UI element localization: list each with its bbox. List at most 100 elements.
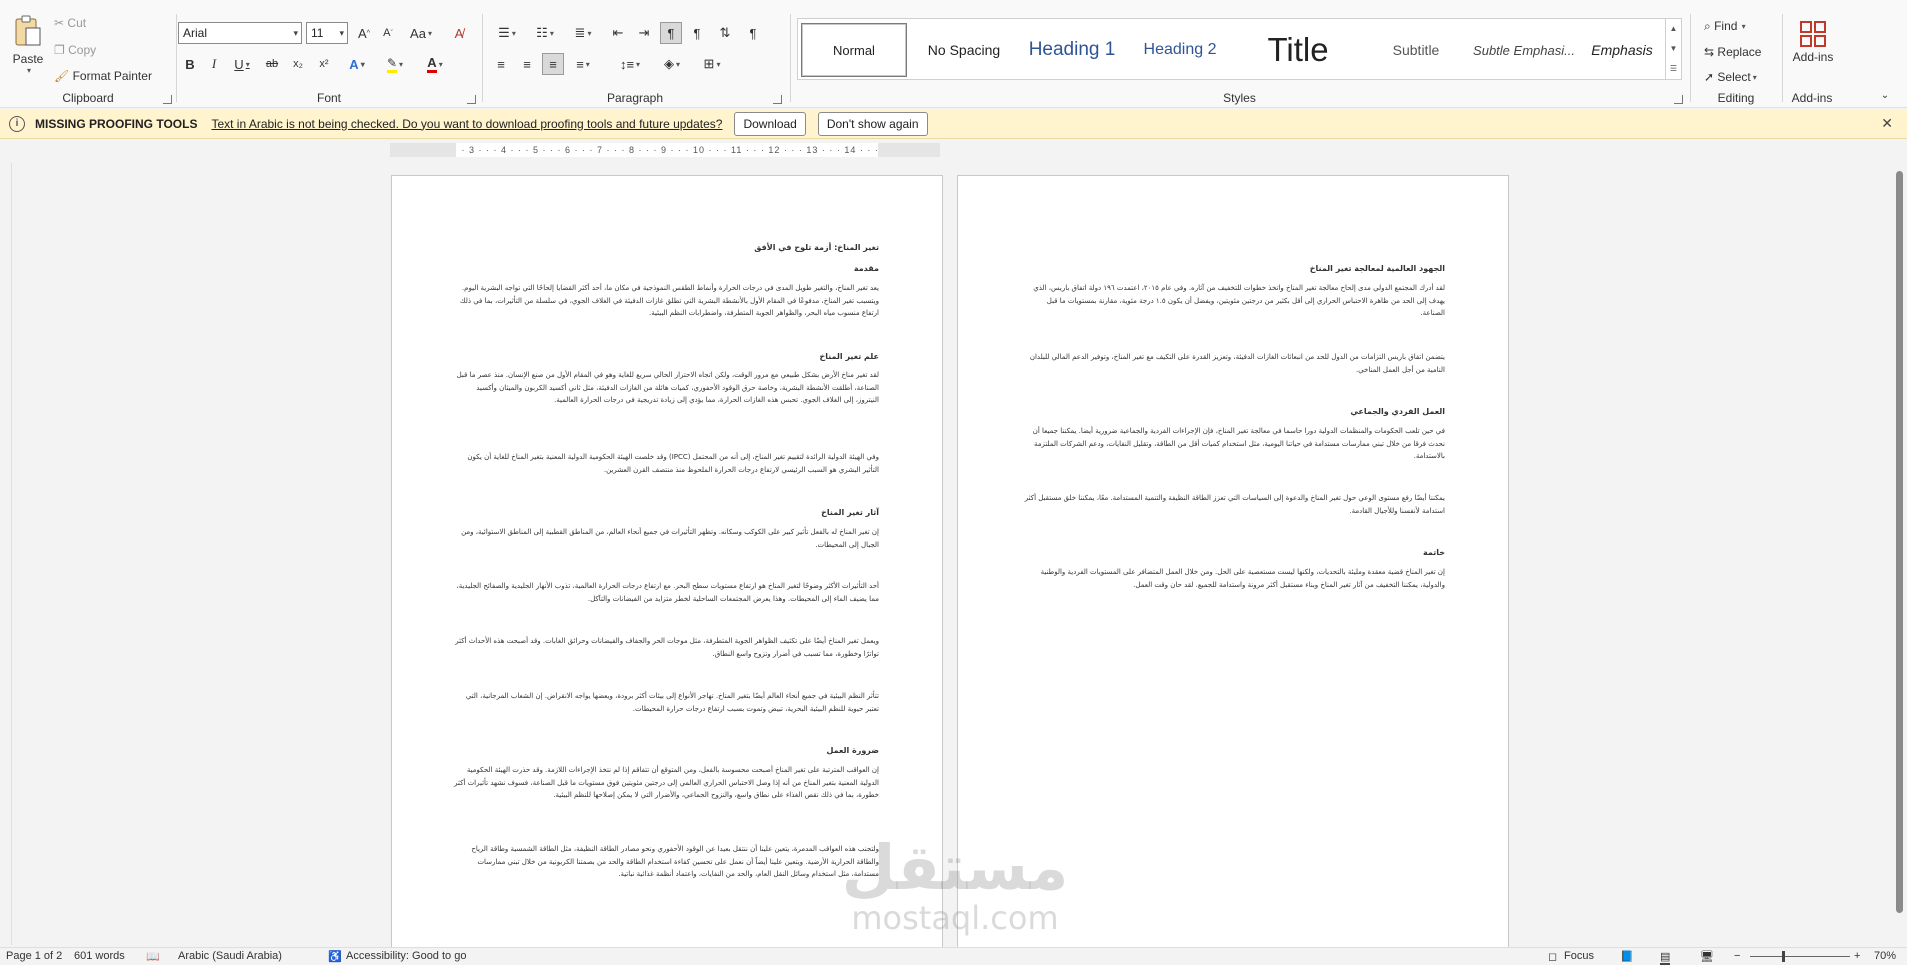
chevron-down-icon: ▾: [26, 66, 31, 75]
decrease-indent-icon[interactable]: ⇤: [608, 22, 628, 44]
ltr-direction-icon[interactable]: ¶: [686, 22, 708, 44]
zoom-slider-thumb[interactable]: [1782, 951, 1785, 962]
proofing-icon[interactable]: 📖: [146, 950, 160, 963]
superscript-button[interactable]: x²: [312, 53, 336, 75]
paragraph-collective-2: يمكننا أيضًا رفع مستوى الوعي حول تغير ال…: [1024, 494, 1445, 515]
dialog-launcher-icon[interactable]: [467, 95, 476, 104]
editing-group: ⌕ Find ▾ ⇆ Replace ➚ Select ▾ Editing: [1692, 8, 1780, 108]
show-marks-icon[interactable]: ¶: [742, 22, 764, 44]
clear-formatting-icon[interactable]: A̸: [448, 22, 470, 44]
shading-icon[interactable]: ◈ ▾: [656, 53, 688, 75]
paragraph-group: ☰ ▾ ☷ ▾ ≣ ▾ ⇤ ⇥ ¶ ¶ ⇅ ¶ ≡ ≡ ≡ ≡ ▾ ↕≡ ▾ ◈ ▾ ⊞ ▾ …: [484, 8, 786, 108]
heading-collective: العمل الفردي والجماعي: [1350, 407, 1445, 416]
chevron-down-icon: ▾: [675, 59, 680, 69]
bullets-button[interactable]: ☰ ▾: [492, 22, 522, 44]
numbering-button[interactable]: ☷ ▾: [530, 22, 560, 44]
dialog-launcher-icon[interactable]: [1674, 95, 1683, 104]
language-status[interactable]: Arabic (Saudi Arabia): [178, 950, 282, 962]
highlight-button[interactable]: ✎ ▾: [378, 53, 412, 75]
read-mode-icon[interactable]: 📘: [1620, 950, 1634, 963]
borders-icon[interactable]: ⊞ ▾: [696, 53, 728, 75]
message-link[interactable]: Text in Arabic is not being checked. Do …: [211, 117, 722, 131]
accessibility-status[interactable]: Accessibility: Good to go: [346, 950, 466, 962]
cut-button[interactable]: ✂ Cut: [54, 14, 86, 32]
search-icon: ⌕: [1704, 18, 1711, 33]
sort-icon[interactable]: ⇅: [714, 22, 736, 44]
dont-show-again-button[interactable]: Don't show again: [817, 111, 928, 136]
chevron-down-icon: ▾: [339, 28, 344, 38]
bullet-list-icon: ☰: [498, 25, 510, 40]
rtl-direction-icon[interactable]: ¶: [660, 22, 682, 44]
watermark-arabic: مستقل: [841, 831, 1069, 904]
chevron-down-icon: ▾: [1739, 21, 1746, 31]
paragraph-ipcc: وفي الهيئة الدولية الرائدة لتقييم تغير ا…: [467, 453, 879, 474]
align-left-icon[interactable]: ≡: [490, 53, 512, 75]
chevron-down-icon: ▾: [511, 28, 516, 38]
focus-mode[interactable]: Focus: [1564, 950, 1594, 962]
group-separator: [482, 14, 483, 102]
increase-indent-icon[interactable]: ⇥: [634, 22, 654, 44]
grow-font-button[interactable]: A ^: [354, 22, 374, 44]
format-painter-label: Format Painter: [72, 69, 152, 83]
format-painter-button[interactable]: 🖌 Format Painter: [54, 67, 152, 85]
replace-button[interactable]: ⇆ Replace: [1704, 42, 1761, 62]
align-center-icon[interactable]: ≡: [516, 53, 538, 75]
chevron-down-icon: ▾: [360, 59, 365, 69]
font-size-combo[interactable]: 11 ▾: [306, 22, 348, 44]
dialog-launcher-icon[interactable]: [773, 95, 782, 104]
change-case-button[interactable]: Aa ▾: [406, 22, 436, 44]
accessibility-icon: ♿: [328, 951, 342, 963]
font-group-label: Font: [316, 91, 341, 105]
dialog-launcher-icon[interactable]: [163, 95, 172, 104]
scrollbar-thumb[interactable]: [1896, 171, 1903, 913]
highlighter-icon: ✎: [386, 56, 398, 73]
line-spacing-icon[interactable]: ↕≡ ▾: [614, 53, 646, 75]
word-count[interactable]: 601 words: [74, 950, 125, 962]
subscript-button[interactable]: x₂: [286, 53, 310, 75]
zoom-in-icon[interactable]: +: [1854, 950, 1860, 962]
multilevel-list-button[interactable]: ≣ ▾: [568, 22, 598, 44]
find-label: Find: [1714, 19, 1738, 33]
strikethrough-button[interactable]: ab: [260, 53, 284, 75]
mostaql-watermark: مستقل mostaql.com: [840, 835, 1070, 945]
cursor-icon: ➚: [1704, 70, 1715, 84]
ruler-right-margin: [878, 143, 940, 157]
web-layout-icon[interactable]: 🖥: [1700, 950, 1714, 963]
zoom-out-icon[interactable]: −: [1734, 950, 1740, 962]
paragraph-global-2: يتضمن اتفاق باريس التزامات من الدول للحد…: [1029, 353, 1445, 374]
download-button[interactable]: Download: [734, 111, 806, 136]
horizontal-ruler[interactable]: · · 1 · · · 2 · · · 3 · · · 4 · · · 5 · …: [390, 143, 940, 157]
page-count[interactable]: Page 1 of 2: [6, 950, 62, 962]
change-case-label: Aa: [410, 25, 426, 41]
justify-icon[interactable]: ≡ ▾: [568, 53, 598, 75]
italic-button[interactable]: I: [204, 53, 224, 75]
chevron-down-icon: ▾: [245, 59, 250, 69]
addins-button[interactable]: Add-ins: [1786, 14, 1840, 70]
shrink-font-button[interactable]: Aˇ: [378, 22, 398, 44]
zoom-level[interactable]: 70%: [1874, 950, 1896, 962]
align-right-icon[interactable]: ≡: [542, 53, 564, 75]
vertical-ruler: [0, 163, 12, 945]
font-color-button[interactable]: A ▾: [418, 53, 452, 75]
vertical-scrollbar[interactable]: [1893, 165, 1907, 947]
paragraph-intro: يعد تغير المناخ، والتغير طويل المدى في د…: [459, 284, 879, 317]
zoom-slider[interactable]: [1750, 956, 1850, 957]
select-button[interactable]: ➚ Select ▾: [1704, 67, 1757, 87]
print-layout-icon[interactable]: ▤: [1660, 950, 1671, 965]
paste-button[interactable]: Paste ▾: [8, 14, 48, 86]
paste-label: Paste: [12, 52, 44, 66]
text-effects-button[interactable]: A ▾: [342, 53, 372, 75]
bold-button[interactable]: B: [180, 53, 200, 75]
group-separator: [176, 14, 177, 102]
ribbon: Paste ▾ ✂ Cut ❐ Copy 🖌 Format Painter Cl…: [0, 0, 1907, 108]
collapse-ribbon-icon[interactable]: ⌄: [1878, 88, 1892, 102]
copy-button[interactable]: ❐ Copy: [54, 41, 96, 59]
close-icon[interactable]: ✕: [1881, 115, 1893, 132]
chevron-down-icon: ▾: [716, 59, 721, 69]
message-bar: i MISSING PROOFING TOOLS Text in Arabic …: [0, 109, 1907, 139]
underline-button[interactable]: U ▾: [228, 53, 256, 75]
find-button[interactable]: ⌕ Find ▾: [1704, 16, 1746, 36]
font-name-combo[interactable]: Arial ▾: [178, 22, 302, 44]
replace-icon: ⇆: [1704, 45, 1715, 59]
paragraph-collective-1: في حين تلعب الحكومات والمنظمات الدولية د…: [1032, 427, 1445, 460]
